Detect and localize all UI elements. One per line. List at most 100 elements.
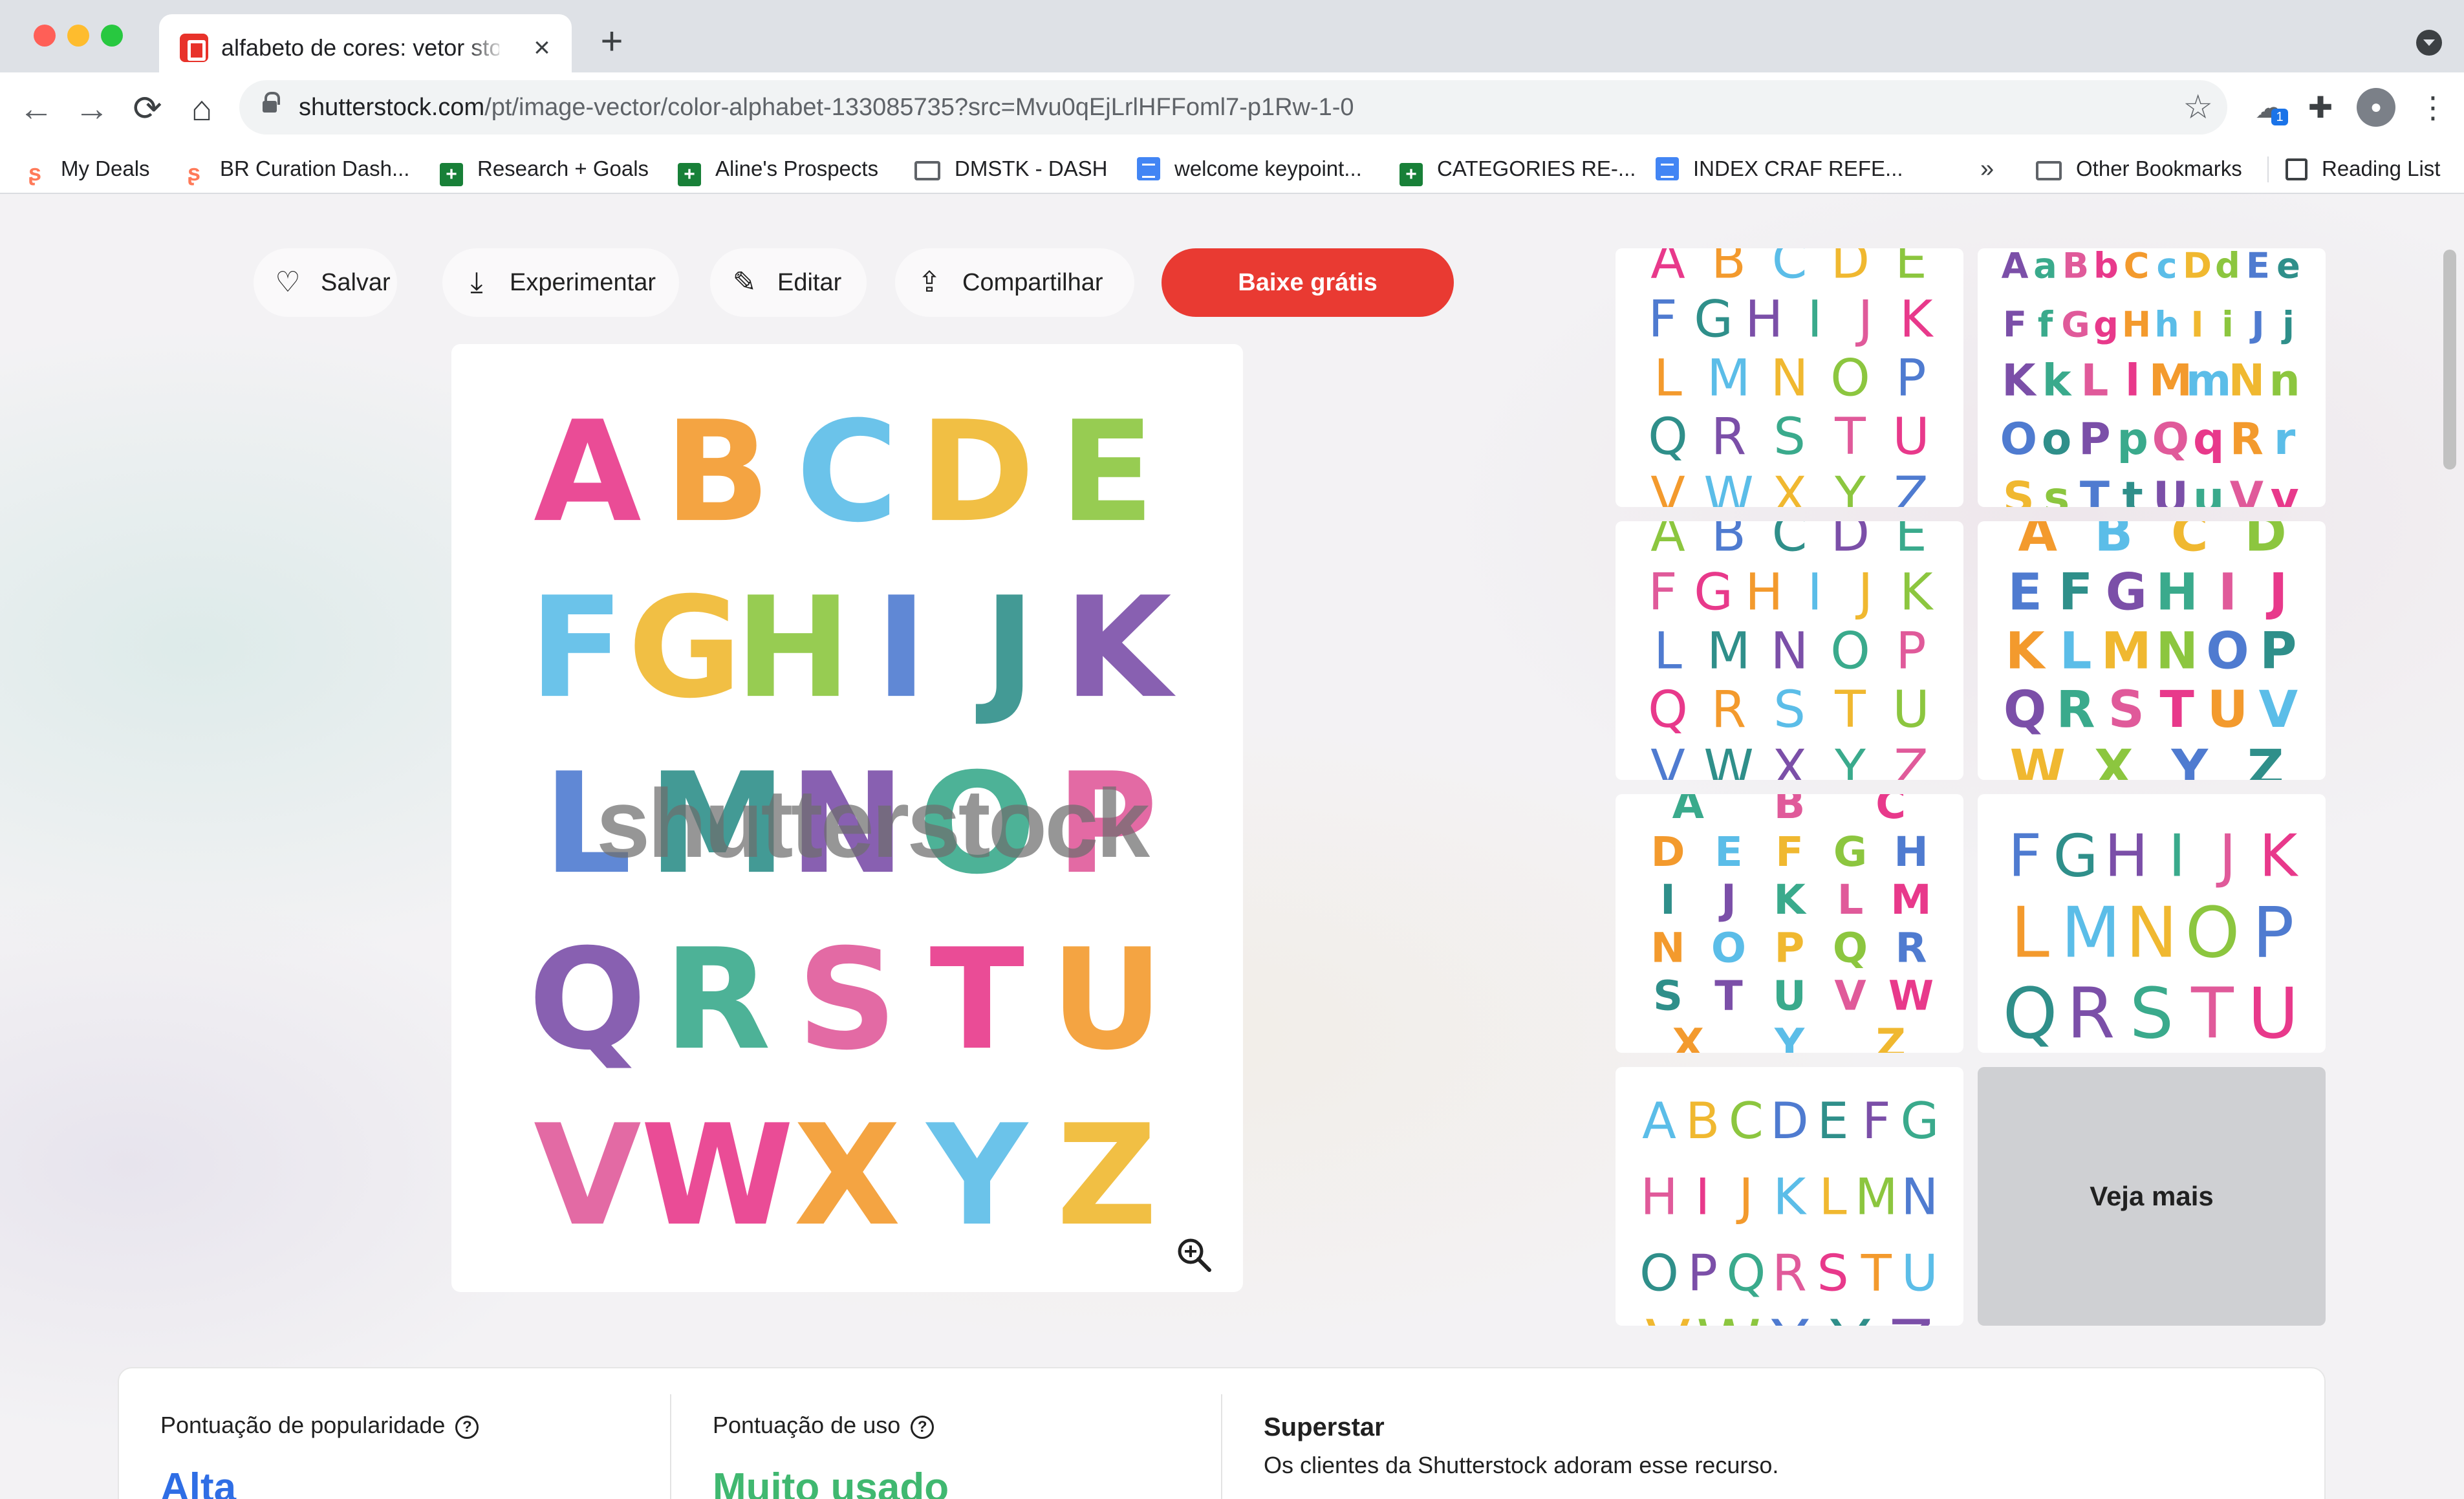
bookmark-other-bookmarks[interactable]: Other Bookmarks bbox=[2036, 153, 2242, 185]
thumbnail-letter: M bbox=[1707, 349, 1750, 407]
superstar-text: Os clientes da Shutterstock adoram esse … bbox=[1264, 1452, 1779, 1478]
thumbnail-letter: T bbox=[2080, 472, 2110, 507]
thumbnail-letter: P bbox=[2260, 621, 2296, 680]
bookmark-alines-prospects[interactable]: + Aline's Prospects bbox=[678, 153, 878, 186]
thumbnail-letter: I bbox=[1695, 1169, 1710, 1227]
bookmark-research-goals[interactable]: + Research + Goals bbox=[440, 153, 649, 186]
related-thumbnail[interactable]: ABCDEFGHIJKLMNOPQRSTUVWXYZ bbox=[1616, 794, 1963, 1053]
browser-toolbar: ← → ⟳ ⌂ shutterstock.com/pt/image-vector… bbox=[0, 72, 2464, 144]
extensions-puzzle-icon[interactable]: ✚ bbox=[2301, 88, 2340, 127]
thumbnail-letter: k bbox=[2042, 354, 2073, 405]
extension-cloud-icon[interactable]: ☁ bbox=[2251, 88, 2289, 127]
thumbnail-letter: U bbox=[1892, 680, 1929, 739]
bookmark-my-deals[interactable]: ʂ My Deals bbox=[23, 153, 150, 185]
browser-chrome: alfabeto de cores: vetor stock ( × + ← →… bbox=[0, 0, 2464, 194]
address-bar[interactable]: shutterstock.com/pt/image-vector/color-a… bbox=[239, 80, 2227, 135]
thumbnail-letter: D bbox=[1831, 248, 1870, 290]
page-scrollbar[interactable] bbox=[2443, 250, 2456, 469]
zoom-in-icon[interactable] bbox=[1176, 1236, 1212, 1273]
thumbnail-letter: B bbox=[2094, 521, 2133, 563]
thumbnail-letter: G bbox=[1694, 290, 1733, 349]
share-button[interactable]: ⇪ Compartilhar bbox=[895, 248, 1134, 317]
main-image-preview[interactable]: ABCDEFGHIJKLMNOPQRSTUVWXYZ shutterstock bbox=[451, 344, 1243, 1292]
thumbnail-letter: D bbox=[1770, 1092, 1808, 1150]
thumbnail-letter: B bbox=[1774, 794, 1806, 828]
thumbnail-letter: O bbox=[1830, 349, 1870, 407]
reading-list[interactable]: Reading List bbox=[2286, 153, 2440, 185]
see-more-button[interactable]: Veja mais bbox=[1978, 1067, 2326, 1326]
bookmark-dmstk-dash[interactable]: DMSTK - DASH bbox=[914, 153, 1108, 185]
minimize-window-button[interactable] bbox=[67, 25, 89, 47]
thumbnail-letter: W bbox=[1696, 1306, 1761, 1326]
thumbnail-letter: X bbox=[1672, 1020, 1704, 1053]
related-thumbnail[interactable]: ABCDEFGHIJKLMNOPQRSTUVWXYZ bbox=[1616, 248, 1963, 507]
try-button[interactable]: ⤓ Experimentar bbox=[442, 248, 679, 317]
bookmark-welcome-keypoint[interactable]: welcome keypoint... bbox=[1137, 153, 1362, 185]
help-icon[interactable]: ? bbox=[911, 1416, 935, 1439]
thumbnail-letter: Q bbox=[1833, 924, 1868, 972]
thumbnail-letter: M bbox=[1890, 876, 1931, 924]
reload-button[interactable]: ⟳ bbox=[125, 87, 169, 131]
thumbnail-letter: V bbox=[1650, 466, 1685, 507]
thumbnail-letter: h bbox=[2154, 304, 2179, 345]
download-free-button[interactable]: Baixe grátis bbox=[1162, 248, 1454, 317]
edit-button[interactable]: ✎ Editar bbox=[710, 248, 867, 317]
alphabet-letter: X bbox=[794, 1094, 901, 1256]
related-thumbnail[interactable]: AaBbCcDdEeFfGgHhIiJjKkLlMmNnOoPpQqRrSsTt… bbox=[1978, 248, 2326, 507]
bookmark-index-craf[interactable]: INDEX CRAF REFE... bbox=[1656, 153, 1903, 185]
browser-menu-icon[interactable]: ⋮ bbox=[2414, 88, 2452, 127]
thumbnail-letter: Z bbox=[1894, 739, 1929, 780]
thumbnail-letter: M bbox=[2061, 892, 2121, 973]
alphabet-letter: D bbox=[920, 391, 1035, 553]
lock-icon[interactable] bbox=[263, 92, 280, 115]
home-button[interactable]: ⌂ bbox=[180, 87, 224, 131]
thumbnail-letter: O bbox=[1711, 924, 1746, 972]
thumbnail-letter: L bbox=[1654, 349, 1682, 407]
tab-search-icon[interactable] bbox=[2416, 30, 2442, 56]
tab-active[interactable]: alfabeto de cores: vetor stock ( × bbox=[159, 14, 572, 81]
thumbnail-letter: L bbox=[1654, 621, 1682, 680]
thumbnail-letter: K bbox=[1899, 563, 1934, 621]
alphabet-letter: V bbox=[534, 1094, 641, 1256]
thumbnail-letter: R bbox=[2056, 680, 2095, 739]
bookmarks-overflow-icon[interactable]: » bbox=[1980, 153, 1994, 185]
tab-close-icon[interactable]: × bbox=[525, 31, 559, 65]
thumbnail-letter: Y bbox=[1774, 1020, 1805, 1053]
thumbnail-letter: S bbox=[2130, 973, 2174, 1053]
hubspot-icon: ʂ bbox=[28, 159, 42, 186]
related-thumbnail[interactable]: ABCDEFGHIJKLMNOPQRSTUVWXYZ bbox=[1978, 521, 2326, 780]
back-button[interactable]: ← bbox=[14, 87, 58, 131]
thumbnail-letter: N bbox=[1771, 621, 1808, 680]
url-text[interactable]: shutterstock.com/pt/image-vector/color-a… bbox=[299, 92, 1354, 123]
new-tab-button[interactable]: + bbox=[592, 22, 631, 62]
thumbnail-letter: F bbox=[2059, 563, 2093, 621]
alphabet-letter: H bbox=[735, 566, 851, 729]
related-thumbnail[interactable]: ABCDEFGHIJKLMNOPQRSTUVWXYZ bbox=[1616, 521, 1963, 780]
bookmark-star-icon[interactable]: ☆ bbox=[2183, 87, 2213, 128]
thumbnail-letter: A bbox=[2018, 521, 2058, 563]
related-thumbnail[interactable]: ABCDEFGHIJKLMNOPQRSTUVWXYZ bbox=[1616, 1067, 1963, 1326]
bookmark-br-curation[interactable]: ʂ BR Curation Dash... bbox=[182, 153, 409, 185]
thumbnail-letter: R bbox=[1711, 680, 1746, 739]
thumbnail-letter: E bbox=[1895, 248, 1927, 290]
shutterstock-favicon-icon bbox=[180, 34, 208, 62]
alphabet-letter: U bbox=[1050, 918, 1163, 1081]
thumbnail-letter: a bbox=[2033, 248, 2057, 286]
thumbnail-letter: i bbox=[2221, 304, 2234, 345]
thumbnail-letter: L bbox=[2060, 621, 2092, 680]
thumbnail-letter: P bbox=[1896, 349, 1926, 407]
url-host: shutterstock.com bbox=[299, 94, 485, 121]
help-icon[interactable]: ? bbox=[455, 1416, 479, 1439]
maximize-window-button[interactable] bbox=[101, 25, 123, 47]
forward-button[interactable]: → bbox=[70, 87, 114, 131]
bookmark-categories[interactable]: + CATEGORIES RE-... bbox=[1400, 153, 1636, 186]
profile-avatar-icon[interactable]: ● bbox=[2357, 88, 2395, 127]
thumbnail-letter: R bbox=[1772, 1244, 1807, 1302]
thumbnail-letter: E bbox=[1895, 521, 1927, 563]
docs-icon bbox=[1137, 157, 1160, 180]
close-window-button[interactable] bbox=[34, 25, 56, 47]
related-thumbnail[interactable]: FGHIJK LMNOP QRSTU bbox=[1978, 794, 2326, 1053]
thumbnail-letter: T bbox=[2160, 680, 2194, 739]
save-button[interactable]: ♡ Salvar bbox=[254, 248, 397, 317]
thumbnail-letter: T bbox=[1834, 407, 1866, 466]
